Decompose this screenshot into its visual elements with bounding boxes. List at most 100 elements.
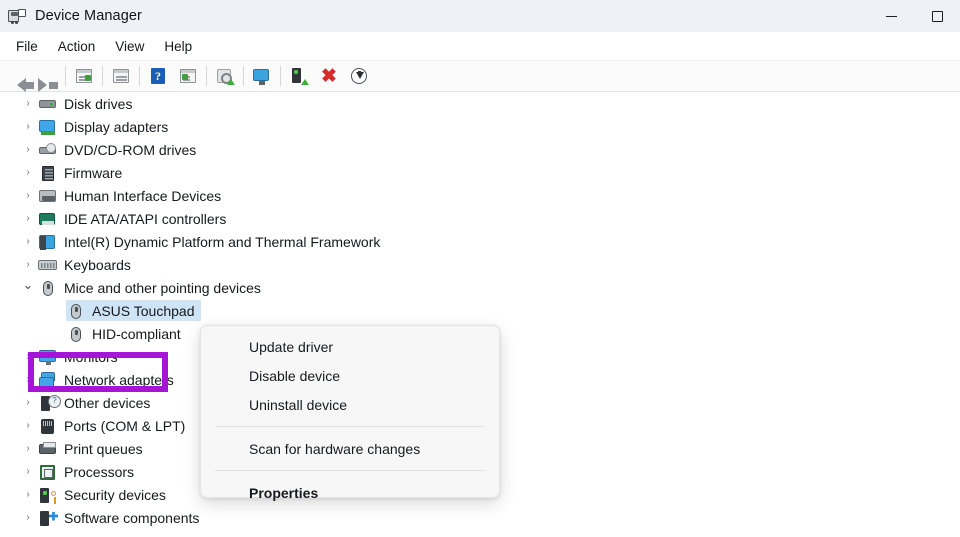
enable-device-button[interactable]: [284, 62, 314, 90]
update-driver-button[interactable]: [210, 62, 240, 90]
mouse-icon: [66, 302, 86, 320]
dvd-icon: [38, 141, 58, 159]
chevron-right-icon[interactable]: ›: [18, 466, 38, 477]
tree-item-disk-drives[interactable]: › Disk drives: [0, 92, 960, 115]
tree-item-label: Human Interface Devices: [64, 187, 221, 205]
tree-item-human-interface-devices[interactable]: › Human Interface Devices: [0, 184, 960, 207]
tree-item-label: Print queues: [64, 440, 143, 458]
tree-item-label: Software components: [64, 509, 199, 527]
device-manager-icon: [8, 7, 26, 25]
intel-icon: [38, 233, 58, 251]
menu-view[interactable]: View: [105, 36, 154, 57]
back-button[interactable]: [2, 62, 32, 90]
ports-icon: [38, 417, 58, 435]
tree-item-label: Processors: [64, 463, 134, 481]
ide-icon: [38, 210, 58, 228]
tree-item-dvd-cd-rom-drives[interactable]: › DVD/CD-ROM drives: [0, 138, 960, 161]
chevron-right-icon[interactable]: ›: [18, 420, 38, 431]
tree-item-keyboards[interactable]: › Keyboards: [0, 253, 960, 276]
toolbar-separator: [280, 66, 281, 86]
tree-item-label: DVD/CD-ROM drives: [64, 141, 196, 159]
scan-for-hardware-changes-button[interactable]: [247, 62, 277, 90]
chevron-right-icon[interactable]: ›: [18, 351, 38, 362]
tree-item-label: Firmware: [64, 164, 122, 182]
toolbar-separator: [102, 66, 103, 86]
keyboard-icon: [38, 256, 58, 274]
uninstall-device-button[interactable]: ✖: [314, 62, 344, 90]
menu-file[interactable]: File: [6, 36, 48, 57]
forward-button[interactable]: [32, 62, 62, 90]
chevron-right-icon[interactable]: ›: [18, 489, 38, 500]
tree-item-firmware[interactable]: › Firmware: [0, 161, 960, 184]
context-menu-item-properties[interactable]: Properties: [201, 478, 499, 507]
context-menu-separator: [215, 426, 485, 427]
tree-item-label: Ports (COM & LPT): [64, 417, 185, 435]
chevron-right-icon[interactable]: ›: [18, 98, 38, 109]
tree-item-display-adapters[interactable]: › Display adapters: [0, 115, 960, 138]
tree-item-software-components[interactable]: › Software components: [0, 506, 960, 529]
disk-icon: [38, 95, 58, 113]
context-menu-separator: [215, 470, 485, 471]
toolbar-separator: [139, 66, 140, 86]
toolbar: ?: [0, 60, 960, 92]
chevron-right-icon[interactable]: ›: [18, 236, 38, 247]
chevron-right-icon[interactable]: ›: [18, 374, 38, 385]
mouse-icon: [66, 325, 86, 343]
context-menu-item-update-driver[interactable]: Update driver: [201, 332, 499, 361]
tree-item-intel-r-dynamic-platform-and-thermal-framework[interactable]: ›Intel(R) Dynamic Platform and Thermal F…: [0, 230, 960, 253]
chevron-right-icon[interactable]: ›: [18, 167, 38, 178]
disable-device-button[interactable]: [344, 62, 374, 90]
properties-button[interactable]: [106, 62, 136, 90]
minimize-icon: [886, 16, 897, 17]
chevron-right-icon[interactable]: ›: [18, 259, 38, 270]
chevron-right-icon[interactable]: ›: [18, 213, 38, 224]
toolbar-separator: [65, 66, 66, 86]
device-manager-window: Device Manager File Action View Help: [0, 0, 960, 537]
chevron-right-icon[interactable]: ›: [18, 190, 38, 201]
window-controls: [868, 0, 960, 32]
context-menu-item-uninstall-device[interactable]: Uninstall device: [201, 390, 499, 419]
update-driver-icon: [215, 66, 235, 86]
security-icon: [38, 486, 58, 504]
chevron-right-icon[interactable]: ›: [18, 397, 38, 408]
context-menu[interactable]: Update driverDisable deviceUninstall dev…: [200, 325, 500, 498]
tree-item-mice-and-other-pointing-devices[interactable]: ⌄Mice and other pointing devices: [0, 276, 960, 299]
tree-item-label: Network adapters: [64, 371, 174, 389]
firmware-icon: [38, 164, 58, 182]
tree-item-label: Monitors: [64, 348, 118, 366]
context-menu-item-scan-for-hardware-changes[interactable]: Scan for hardware changes: [201, 434, 499, 463]
tree-item-label: Security devices: [64, 486, 166, 504]
chevron-right-icon[interactable]: ›: [18, 144, 38, 155]
tree-item-label: Other devices: [64, 394, 150, 412]
tree-item-label: IDE ATA/ATAPI controllers: [64, 210, 226, 228]
other-icon: [38, 394, 58, 412]
minimize-button[interactable]: [868, 0, 914, 32]
printer-icon: [38, 440, 58, 458]
mouse-icon: [38, 279, 58, 297]
show-hide-action-pane-button[interactable]: [173, 62, 203, 90]
chevron-right-icon[interactable]: ›: [18, 512, 38, 523]
monitor-icon: [38, 348, 58, 366]
display-icon: [38, 118, 58, 136]
chevron-right-icon[interactable]: ›: [18, 121, 38, 132]
show-hide-action-pane-icon: [178, 66, 198, 86]
chevron-right-icon[interactable]: ›: [18, 443, 38, 454]
hid-icon: [38, 187, 58, 205]
circle-down-arrow-icon: [349, 66, 369, 86]
context-menu-item-disable-device[interactable]: Disable device: [201, 361, 499, 390]
titlebar: Device Manager: [0, 0, 960, 32]
chevron-down-icon[interactable]: ⌄: [18, 277, 38, 293]
maximize-button[interactable]: [914, 0, 960, 32]
tree-item-ide-ata-atapi-controllers[interactable]: › IDE ATA/ATAPI controllers: [0, 207, 960, 230]
tree-item-label: Disk drives: [64, 95, 132, 113]
tree-item-label: Display adapters: [64, 118, 168, 136]
menu-help[interactable]: Help: [154, 36, 202, 57]
tree-item-label: HID-compliant: [92, 325, 181, 343]
tree-item-asus-touchpad[interactable]: ASUS Touchpad: [0, 299, 960, 322]
show-hide-console-tree-button[interactable]: [69, 62, 99, 90]
tree-item-label: Keyboards: [64, 256, 131, 274]
tree-item-label: ASUS Touchpad: [92, 302, 194, 320]
menu-action[interactable]: Action: [48, 36, 106, 57]
properties-icon: [111, 66, 131, 86]
help-button[interactable]: ?: [143, 62, 173, 90]
